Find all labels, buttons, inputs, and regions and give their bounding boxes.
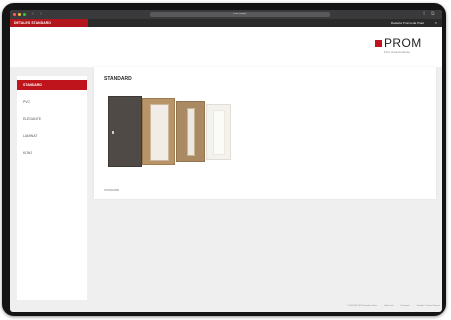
app-bar: DETALES STANDARD Realaria Proizvoda Prak… (10, 19, 442, 27)
door-gallery (108, 96, 238, 168)
tablet-device: ‹ › prom.example ⇪ ⧉ DETALES STANDARD Re… (2, 3, 446, 316)
prom-logo[interactable]: PROM Prom Vrata Armaturaa (375, 36, 437, 60)
footer: © 2024 PROM Proizvodna Vrata Uslovi kori… (190, 305, 440, 309)
window-zoom-dot[interactable] (23, 13, 26, 16)
door-white-glass[interactable] (206, 104, 231, 160)
door-handle-icon (112, 131, 114, 134)
sidebar-item-laminat[interactable]: LAMINAT (17, 131, 87, 141)
window-close-dot[interactable] (13, 13, 16, 16)
sidebar-item-konj[interactable]: KONJ (17, 148, 87, 158)
window-minimize-dot[interactable] (18, 13, 21, 16)
glass-panel (150, 104, 169, 161)
close-icon[interactable]: × (435, 19, 437, 27)
sidebar-item-pvc[interactable]: PVC (17, 97, 87, 107)
tabs-icon[interactable]: ⧉ (431, 11, 435, 18)
sidebar-item-elegante[interactable]: ELEGANTE (17, 114, 87, 124)
logo-wordmark: PROM (384, 36, 422, 50)
forward-icon[interactable]: › (40, 11, 42, 18)
screen: ‹ › prom.example ⇪ ⧉ DETALES STANDARD Re… (10, 10, 442, 312)
section-title: STANDARD (104, 76, 132, 82)
footer-link-contact[interactable]: Kontakt i Pomoć Sistema (417, 305, 440, 309)
app-title-tab[interactable]: DETALES STANDARD (10, 19, 88, 27)
page-header: PROM Prom Vrata Armaturaa (10, 27, 442, 67)
url-field[interactable]: prom.example (150, 12, 330, 17)
browser-toolbar: ‹ › prom.example ⇪ ⧉ (10, 10, 442, 19)
share-icon[interactable]: ⇪ (422, 11, 426, 18)
door-oak-glass[interactable] (142, 98, 175, 165)
back-icon[interactable]: ‹ (32, 11, 34, 18)
glass-panel (213, 110, 225, 155)
sidebar: STANDARD PVC ELEGANTE LAMINAT KONJ (17, 76, 87, 300)
logo-mark-icon (375, 40, 382, 47)
product-card: STANDARD STANDARD (94, 67, 436, 199)
door-dark-walnut[interactable] (108, 96, 142, 167)
glass-panel (187, 108, 195, 156)
sidebar-item-standard[interactable]: STANDARD (17, 80, 87, 90)
door-oak-slim-glass[interactable] (176, 101, 205, 162)
footer-link-privacy[interactable]: Privatnost (401, 305, 410, 309)
footer-copyright: © 2024 PROM Proizvodna Vrata (346, 305, 377, 307)
window-controls (13, 13, 26, 16)
logo-tagline: Prom Vrata Armaturaa (384, 51, 410, 54)
footer-link-terms[interactable]: Uslovi kori (384, 305, 394, 309)
account-name[interactable]: Realaria Proizvoda Prakt (391, 19, 424, 27)
product-caption: STANDARD (104, 188, 120, 192)
